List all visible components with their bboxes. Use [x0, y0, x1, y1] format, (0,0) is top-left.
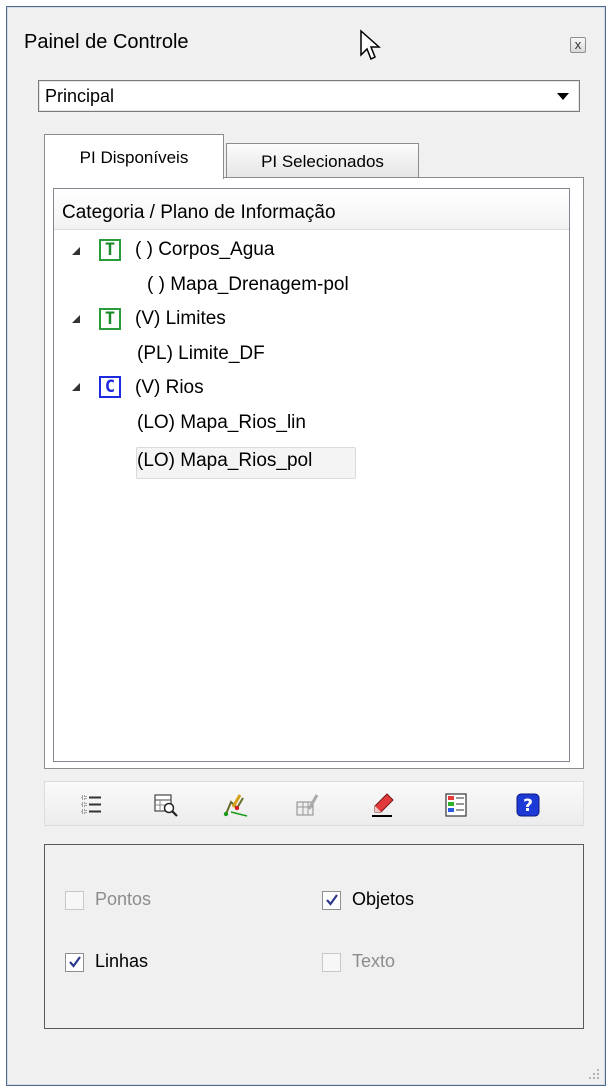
resize-grip-icon[interactable]: [586, 1066, 600, 1080]
help-icon[interactable]: ?: [515, 792, 541, 818]
tab-pi-disponiveis[interactable]: PI Disponíveis: [44, 134, 224, 179]
tree-category-limites[interactable]: (V) Limites: [135, 308, 226, 338]
tree-layer-mapa-rios-pol[interactable]: (LO) Mapa_Rios_pol: [137, 450, 312, 480]
collapse-arrow-icon[interactable]: [72, 383, 80, 391]
chevron-down-icon: [557, 93, 569, 100]
mouse-cursor-icon: [360, 29, 381, 61]
checkmark-icon: [326, 894, 338, 906]
objetos-label: Objetos: [352, 889, 415, 909]
svg-text:?: ?: [523, 796, 533, 816]
window-title: Painel de Controle: [24, 31, 189, 53]
tree-category-rios[interactable]: (V) Rios: [135, 377, 204, 407]
tree-layer-limite-df[interactable]: (PL) Limite_DF: [137, 343, 265, 373]
list-icon[interactable]: [79, 792, 105, 818]
checkmark-icon: [69, 956, 81, 968]
tree-column-header[interactable]: Categoria / Plano de Informação: [54, 189, 569, 230]
display-options-group: Pontos Objetos Linhas Texto: [44, 844, 584, 1029]
pontos-label: Pontos: [95, 889, 152, 909]
collapse-arrow-icon[interactable]: [72, 315, 80, 323]
checkbox-box[interactable]: [322, 891, 341, 910]
theme-category-icon: T: [99, 308, 121, 330]
tab-pi-selecionados[interactable]: PI Selecionados: [226, 143, 419, 177]
linhas-label: Linhas: [95, 951, 149, 971]
edit-vector-icon[interactable]: [223, 792, 249, 818]
table-edit-icon[interactable]: [295, 792, 321, 818]
checkbox-box[interactable]: [322, 953, 341, 972]
collapse-arrow-icon[interactable]: [72, 247, 80, 255]
view-select[interactable]: Principal: [38, 80, 580, 112]
layer-tree[interactable]: Categoria / Plano de Informação T ( ) Co…: [53, 188, 570, 762]
checkbox-box[interactable]: [65, 891, 84, 910]
zoom-table-icon[interactable]: [153, 792, 179, 818]
texto-label: Texto: [352, 951, 396, 971]
checkbox-box[interactable]: [65, 953, 84, 972]
control-panel-window: Painel de Controle x Principal PI Dispon…: [6, 6, 606, 1086]
tab-label: PI Selecionados: [261, 152, 384, 171]
legend-color-icon[interactable]: [443, 792, 469, 818]
tab-panel: Categoria / Plano de Informação T ( ) Co…: [44, 177, 584, 769]
theme-category-icon: T: [99, 239, 121, 261]
tree-layer-mapa-drenagem-pol[interactable]: ( ) Mapa_Drenagem-pol: [147, 274, 349, 304]
title-bar[interactable]: Painel de Controle x: [7, 7, 605, 69]
toolbar: ?: [44, 781, 584, 826]
view-select-value: Principal: [45, 86, 115, 106]
close-icon: x: [574, 37, 582, 52]
tree-layer-mapa-rios-lin[interactable]: (LO) Mapa_Rios_lin: [137, 412, 306, 442]
cadastral-category-icon: C: [99, 376, 121, 398]
close-button[interactable]: x: [570, 37, 586, 53]
tree-category-corpos-agua[interactable]: ( ) Corpos_Agua: [135, 239, 274, 269]
tab-label: PI Disponíveis: [79, 148, 189, 167]
eraser-pencil-icon[interactable]: [369, 792, 395, 818]
